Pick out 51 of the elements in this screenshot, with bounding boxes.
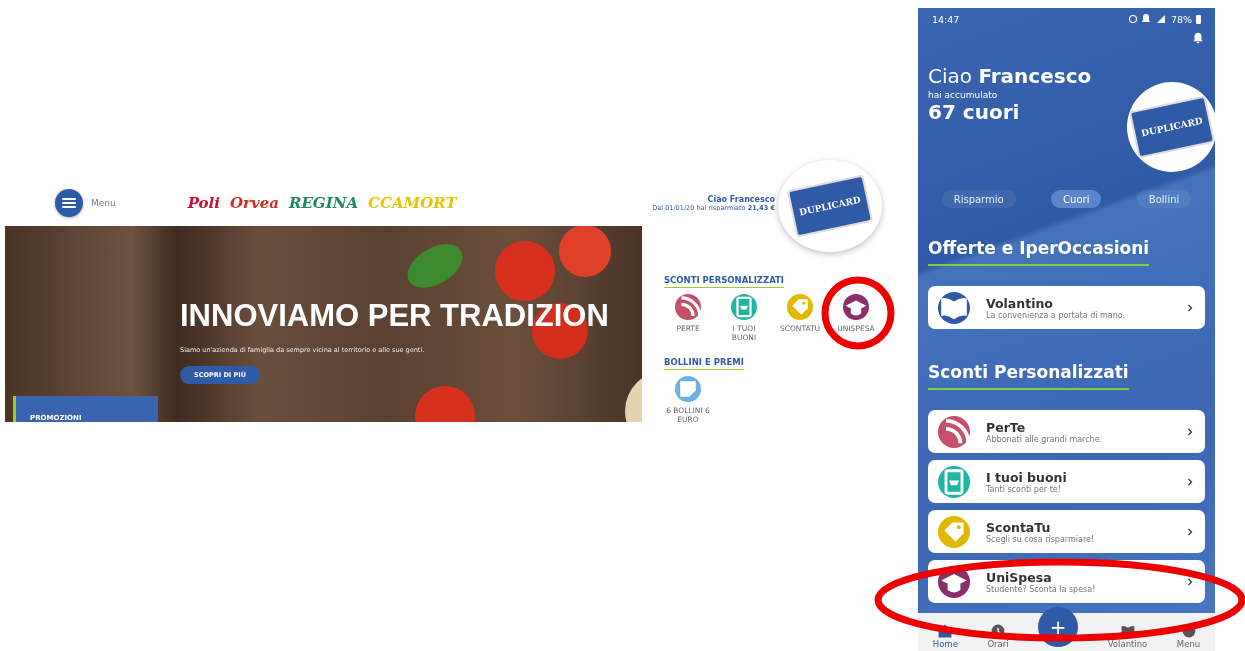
card-title: I tuoi buoni (986, 469, 1067, 485)
card-subtitle: Abbonati alle grandi marche. (986, 434, 1103, 444)
graduation-cap-icon[interactable] (843, 294, 869, 320)
receipt-icon[interactable] (731, 294, 757, 320)
nav-tab[interactable]: Volantino (1107, 623, 1148, 649)
chevron-icon (1185, 302, 1195, 313)
card-subtitle: Scegli su cosa risparmiare! (986, 534, 1095, 544)
list-card[interactable]: Volantino La convenienza a portata di mano. (928, 286, 1205, 329)
chevron-icon (1185, 476, 1195, 487)
chevron-icon (1185, 576, 1195, 587)
chevron-icon (1185, 526, 1195, 537)
nav-tab[interactable]: Home (932, 623, 958, 649)
points-caption: hai accumulato (928, 90, 999, 100)
menu-button[interactable] (55, 189, 83, 217)
tab[interactable]: Cuori (1051, 190, 1102, 208)
list-card[interactable]: PerTe Abbonati alle grandi marche. (928, 410, 1205, 453)
chevron-icon (1185, 426, 1195, 437)
nav-tab[interactable]: Orari (987, 623, 1009, 649)
card-title: UniSpesa (986, 569, 1052, 585)
brand-logo[interactable]: Orvea (230, 194, 279, 212)
tab[interactable]: Bollini (1136, 190, 1192, 208)
battery-percent: 78% (1170, 13, 1192, 25)
signal-icon[interactable] (675, 294, 701, 320)
section-title: BOLLINI E PREMI (664, 357, 744, 370)
bell-icon[interactable] (1191, 30, 1205, 44)
menu-label[interactable]: Menu (91, 198, 116, 208)
hero-title: INNOVIAMO PER TRADIZION (180, 298, 609, 334)
card-subtitle: Studente? Sconta la spesa! (986, 584, 1096, 594)
home-icon (937, 623, 954, 639)
menu-icon (62, 197, 76, 209)
greeting: Ciao Francesco (928, 64, 1092, 88)
status-time: 14:47 (932, 13, 960, 25)
list-card[interactable]: I tuoi buoni Tanti sconti per te! (928, 460, 1205, 503)
brand-logo[interactable]: REGINA (288, 194, 359, 212)
sticker-icon[interactable] (675, 376, 701, 402)
status-icons (1128, 14, 1167, 24)
card-title: PerTe (986, 419, 1027, 435)
section-heading: Offerte e IperOccasioni (928, 238, 1150, 266)
nav-tab[interactable]: Menu (1176, 623, 1201, 649)
battery-icon (1196, 14, 1201, 24)
section-title: SCONTI PERSONALIZZATI (664, 275, 785, 288)
card-title: ScontaTu (986, 519, 1052, 535)
card-subtitle: Tanti sconti per te! (986, 484, 1062, 494)
brand-logo[interactable]: Poli (187, 194, 220, 212)
section-heading: Sconti Personalizzati (928, 362, 1129, 390)
card-subtitle: La convenienza a portata di mano. (986, 310, 1126, 320)
list-card[interactable]: ScontaTu Scegli su cosa risparmiare! (928, 510, 1205, 553)
points-total: 67 cuori (928, 100, 1021, 124)
tab[interactable]: Risparmio (941, 190, 1016, 208)
card-title: Volantino (986, 295, 1054, 311)
user-greeting[interactable]: Ciao Francesco (707, 194, 775, 204)
